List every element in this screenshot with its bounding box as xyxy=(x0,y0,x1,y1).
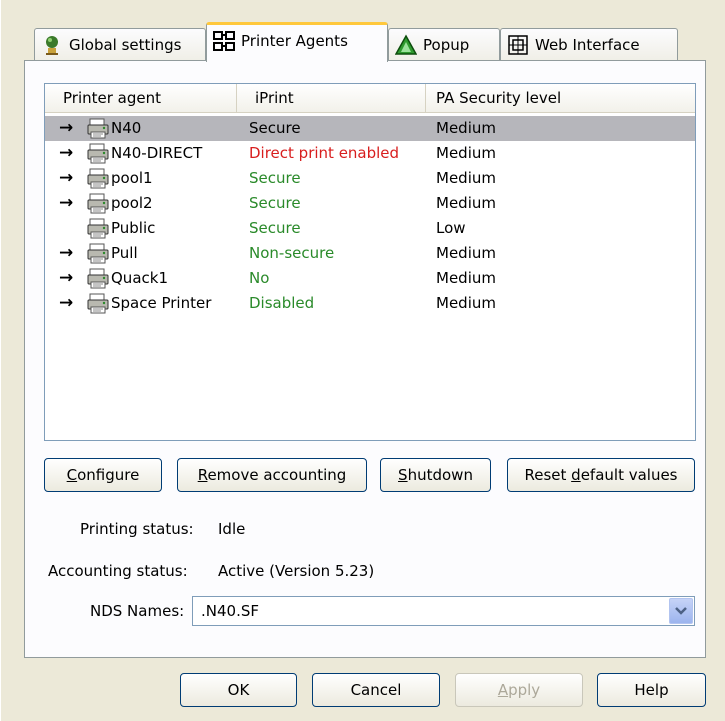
security-level: Medium xyxy=(436,294,496,312)
iprint-status: No xyxy=(249,269,270,287)
iprint-status: Disabled xyxy=(249,294,315,312)
printer-agent-name: pool2 xyxy=(111,194,153,212)
printing-status-value: Idle xyxy=(218,520,246,538)
web-interface-icon xyxy=(507,34,529,56)
security-level: Medium xyxy=(436,269,496,287)
arrow-icon: → xyxy=(59,268,74,288)
arrow-icon: → xyxy=(59,118,74,138)
iprint-status: Direct print enabled xyxy=(249,144,400,162)
list-item[interactable]: → pool1 Secure Medium xyxy=(45,166,695,191)
printer-agent-name: Pull xyxy=(111,244,138,262)
printer-icon xyxy=(87,193,109,214)
column-header-iprint[interactable]: iPrint xyxy=(237,84,426,112)
tab-label: Popup xyxy=(423,35,470,54)
globe-person-icon xyxy=(41,34,63,56)
help-button[interactable]: Help xyxy=(597,673,706,707)
printer-icon xyxy=(87,268,109,289)
list-header: Printer agent iPrint PA Security level xyxy=(45,84,695,113)
iprint-status: Secure xyxy=(249,219,301,237)
accounting-status-label: Accounting status: xyxy=(48,562,188,580)
apply-button[interactable]: Apply xyxy=(455,673,583,707)
tab-label: Printer Agents xyxy=(241,31,348,50)
accounting-status-value: Active (Version 5.23) xyxy=(218,562,375,580)
cancel-button[interactable]: Cancel xyxy=(312,673,440,707)
nds-names-value: .N40.SF xyxy=(201,602,259,620)
arrow-icon: → xyxy=(59,243,74,263)
tab-popup[interactable]: Popup xyxy=(388,28,500,60)
arrow-icon: → xyxy=(59,143,74,163)
column-header-printer-agent[interactable]: Printer agent xyxy=(45,84,237,112)
configure-button[interactable]: Configure xyxy=(44,458,162,492)
chevron-down-icon[interactable] xyxy=(669,598,693,624)
security-level: Medium xyxy=(436,194,496,212)
list-item[interactable]: → Space Printer Disabled Medium xyxy=(45,291,695,316)
column-header-security-level[interactable]: PA Security level xyxy=(426,84,695,112)
list-item[interactable]: → N40 Secure Medium xyxy=(45,116,695,141)
printer-agent-name: N40 xyxy=(111,119,142,137)
iprint-status: Non-secure xyxy=(249,244,335,262)
tab-web-interface[interactable]: Web Interface xyxy=(500,28,678,60)
list-item[interactable]: Public Secure Low xyxy=(45,216,695,241)
reset-default-values-button[interactable]: Reset default values xyxy=(507,458,695,492)
printer-icon xyxy=(87,118,109,139)
security-level: Medium xyxy=(436,244,496,262)
printing-status-label: Printing status: xyxy=(80,520,194,538)
tab-label: Global settings xyxy=(69,35,182,54)
list-item[interactable]: → Pull Non-secure Medium xyxy=(45,241,695,266)
security-level: Medium xyxy=(436,169,496,187)
arrow-icon: → xyxy=(59,193,74,213)
iprint-status: Secure xyxy=(249,119,301,137)
ok-button[interactable]: OK xyxy=(180,673,297,707)
printer-agent-name: Quack1 xyxy=(111,269,168,287)
printer-icon xyxy=(87,218,109,239)
printer-agent-name: Public xyxy=(111,219,156,237)
security-level: Medium xyxy=(436,144,496,162)
printer-agent-name: pool1 xyxy=(111,169,153,187)
list-item[interactable]: → pool2 Secure Medium xyxy=(45,191,695,216)
remove-accounting-button[interactable]: Remove accounting xyxy=(177,458,367,492)
triangle-icon xyxy=(394,33,418,56)
nds-names-dropdown[interactable]: .N40.SF xyxy=(192,596,695,626)
security-level: Low xyxy=(436,219,466,237)
tab-global-settings[interactable]: Global settings xyxy=(34,28,206,60)
printer-icon xyxy=(87,243,109,264)
nds-names-label: NDS Names: xyxy=(90,602,185,620)
arrow-icon: → xyxy=(59,168,74,188)
printer-icon xyxy=(87,143,109,164)
printer-icon xyxy=(87,293,109,314)
security-level: Medium xyxy=(436,119,496,137)
tab-label: Web Interface xyxy=(535,35,640,54)
printer-agent-list[interactable]: Printer agent iPrint PA Security level →… xyxy=(44,83,696,441)
printer-agents-icon xyxy=(213,30,235,52)
printer-agent-name: N40-DIRECT xyxy=(111,144,203,162)
list-item[interactable]: → Quack1 No Medium xyxy=(45,266,695,291)
iprint-status: Secure xyxy=(249,169,301,187)
tab-printer-agents[interactable]: Printer Agents xyxy=(206,22,388,62)
iprint-status: Secure xyxy=(249,194,301,212)
printer-icon xyxy=(87,168,109,189)
list-item[interactable]: → N40-DIRECT Direct print enabled Medium xyxy=(45,141,695,166)
shutdown-button[interactable]: Shutdown xyxy=(380,458,491,492)
arrow-icon: → xyxy=(59,293,74,313)
printer-agent-name: Space Printer xyxy=(111,294,212,312)
